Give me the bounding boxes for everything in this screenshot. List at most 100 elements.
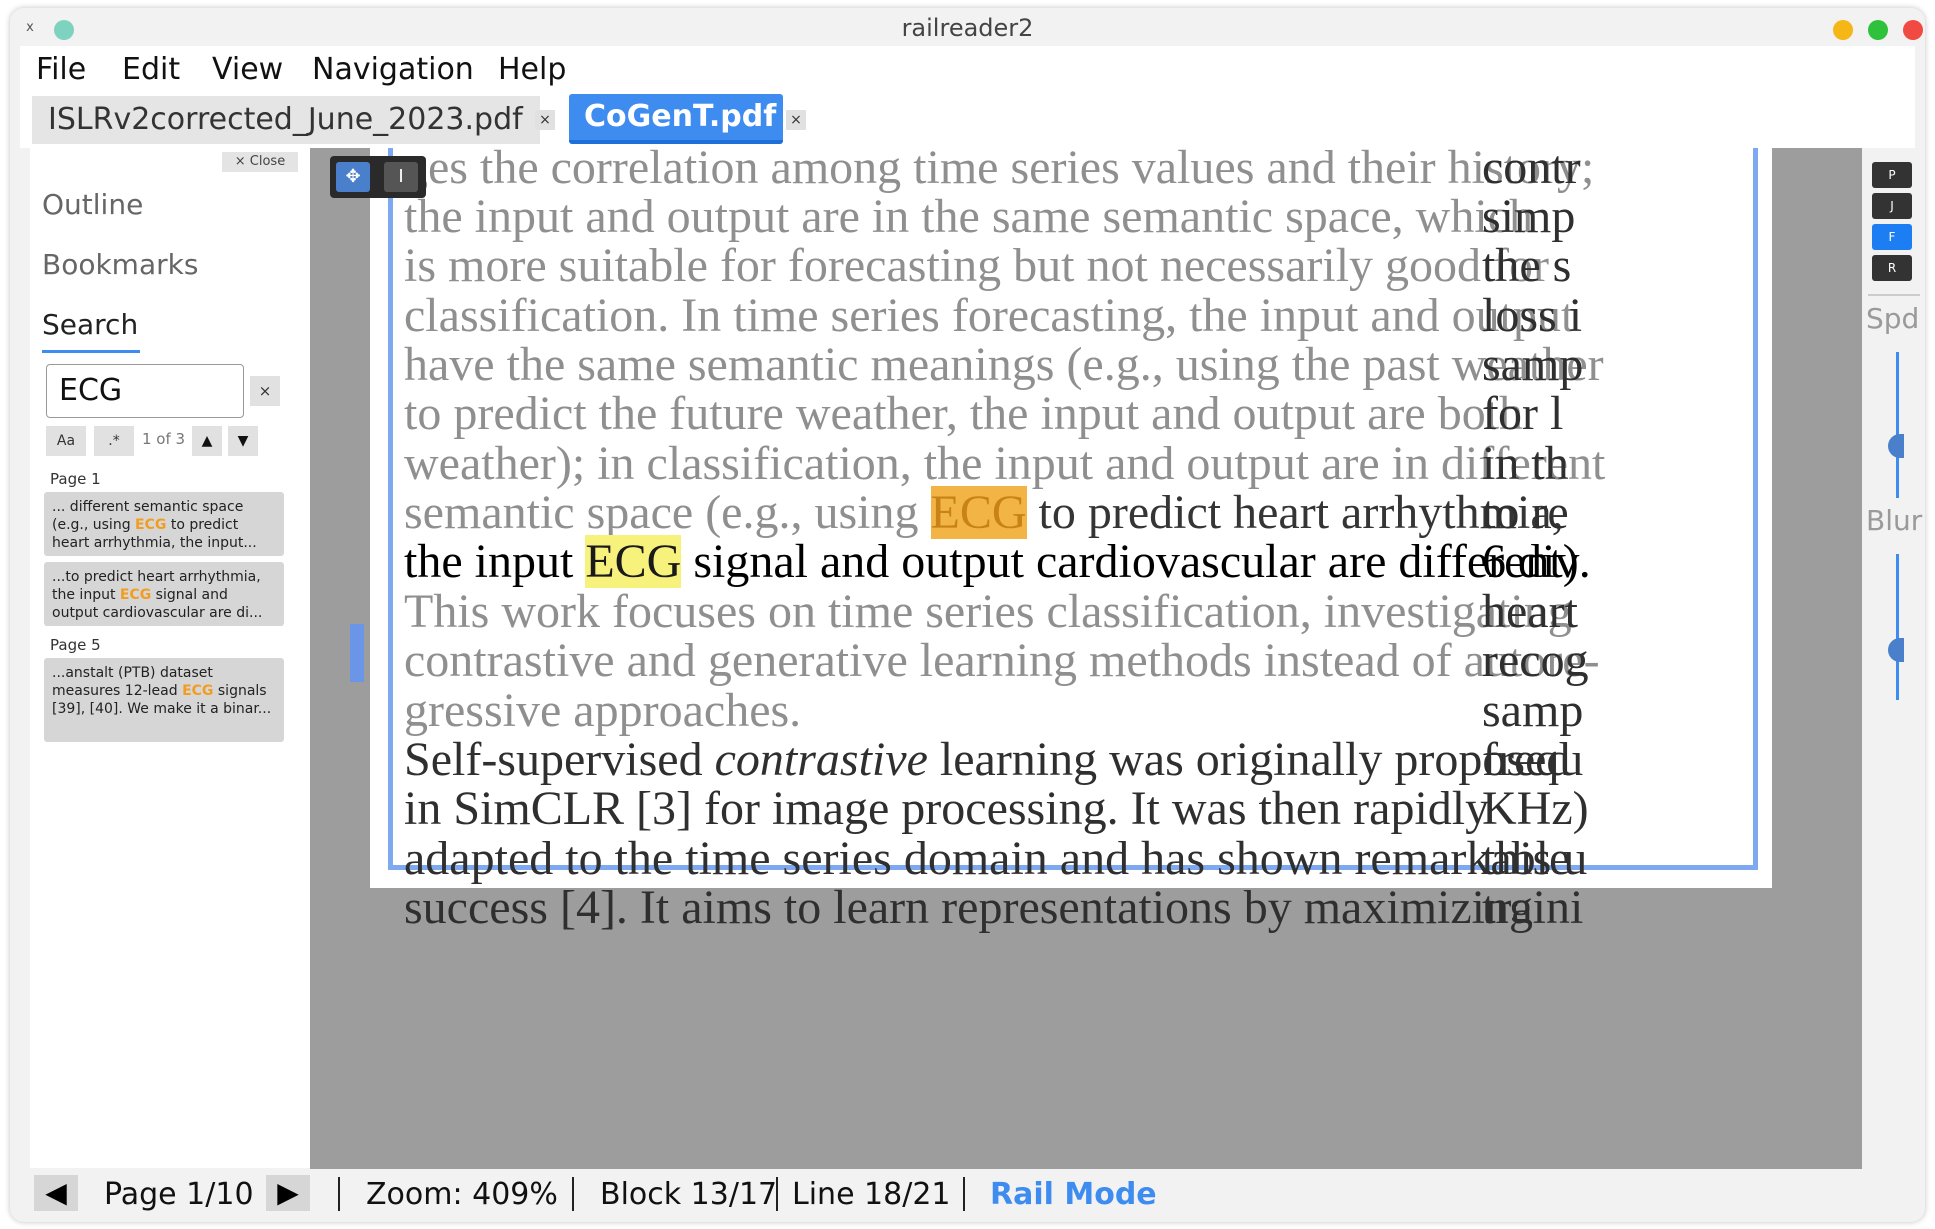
close-button[interactable] — [1903, 20, 1923, 40]
doc-right-column-line: for l — [1482, 387, 1564, 440]
page-indicator: Page 1/10 — [104, 1177, 254, 1212]
prev-page-button[interactable]: ◀ — [34, 1175, 78, 1211]
speed-slider[interactable] — [1896, 352, 1899, 498]
search-input[interactable]: ECG — [46, 364, 244, 418]
tab-cogent[interactable]: CoGenT.pdf — [569, 94, 783, 144]
sidebar-search-tab[interactable]: Search — [42, 308, 138, 341]
move-tool-icon[interactable]: ✥ — [336, 162, 370, 192]
line-text: learning was originally proposed — [927, 733, 1571, 786]
doc-line: adapted to the time series domain and ha… — [404, 832, 1571, 885]
key-r-button[interactable]: R — [1872, 255, 1912, 281]
line-indicator: Line 18/21 — [792, 1177, 951, 1212]
sidebar-outline-tab[interactable]: Outline — [42, 188, 143, 221]
separator — [776, 1177, 778, 1211]
sidebar-close-button[interactable]: × Close — [222, 152, 298, 172]
app-window: x railreader2 File Edit View Navigation … — [10, 8, 1925, 1222]
doc-line: ges the correlation among time series va… — [404, 148, 1595, 194]
key-j-button[interactable]: J — [1872, 193, 1912, 219]
doc-right-column-line: samp — [1482, 338, 1584, 391]
doc-right-column-line: contr — [1482, 148, 1581, 194]
result-page-label: Page 1 — [50, 470, 101, 488]
active-tab-underline — [42, 350, 140, 353]
pdf-viewer[interactable]: ges the correlation among time series va… — [310, 148, 1862, 1169]
line-text-italic: contrastive — [714, 733, 928, 786]
doc-line: success [4]. It aims to learn representa… — [404, 881, 1534, 934]
rail-mode-indicator[interactable]: Rail Mode — [990, 1177, 1157, 1212]
maximize-button[interactable] — [1868, 20, 1888, 40]
doc-right-column-line: frequ — [1482, 733, 1584, 786]
regex-button[interactable]: .* — [94, 426, 134, 456]
sidebar: × Close Outline Bookmarks Search ECG × A… — [30, 148, 310, 1168]
sidebar-bookmarks-tab[interactable]: Bookmarks — [42, 248, 198, 281]
line-text: Self-supervised — [404, 733, 715, 786]
search-result[interactable]: ... different semantic space (e.g., usin… — [44, 492, 284, 556]
blur-slider-handle[interactable] — [1888, 638, 1904, 662]
line-text: the input — [404, 535, 586, 588]
key-f-button[interactable]: F — [1872, 224, 1912, 250]
doc-line: the input and output are in the same sem… — [404, 190, 1533, 243]
search-result[interactable]: ...anstalt (PTB) dataset measures 12-lea… — [44, 658, 284, 742]
separator — [572, 1177, 574, 1211]
divider — [1868, 294, 1920, 296]
menu-bar: File Edit View Navigation Help — [20, 46, 1915, 92]
result-match: ECG — [119, 587, 152, 603]
doc-right-column-line: samp — [1482, 684, 1584, 737]
doc-line-current: the input ECG signal and output cardiova… — [404, 534, 1591, 589]
result-page-label: Page 5 — [50, 636, 101, 654]
doc-line: in SimCLR [3] for image processing. It w… — [404, 782, 1490, 835]
tab-close-icon[interactable]: × — [786, 110, 806, 130]
tool-selector: ✥ I — [330, 156, 426, 198]
block-indicator: Block 13/17 — [600, 1177, 778, 1212]
result-match: ECG — [182, 683, 214, 699]
tab-islr[interactable]: ISLRv2corrected_June_2023.pdf — [32, 96, 540, 144]
clear-search-button[interactable]: × — [250, 376, 280, 406]
minimize-button[interactable] — [1833, 20, 1853, 40]
doc-line: semantic space (e.g., using ECG to predi… — [404, 485, 1564, 540]
menu-help[interactable]: Help — [498, 52, 566, 87]
tab-close-icon[interactable]: × — [535, 110, 555, 130]
separator — [338, 1177, 340, 1211]
doc-right-column-line: simp — [1482, 190, 1576, 243]
tab-label: ISLRv2corrected_June_2023.pdf — [48, 102, 523, 137]
doc-line: is more suitable for forecasting but not… — [404, 239, 1550, 292]
doc-line: Self-supervised contrastive learning was… — [404, 732, 1570, 787]
menu-navigation[interactable]: Navigation — [312, 52, 474, 87]
previous-result-button[interactable]: ▲ — [192, 426, 222, 456]
doc-right-column-line: to re — [1482, 486, 1569, 539]
doc-right-column-line: recog — [1482, 634, 1589, 687]
search-result[interactable]: ...to predict heart arrhythmia, the inpu… — [44, 562, 284, 626]
current-line-marker — [350, 624, 364, 682]
next-result-button[interactable]: ▼ — [228, 426, 258, 456]
menu-file[interactable]: File — [36, 52, 86, 87]
doc-right-column-line: in th — [1482, 437, 1569, 490]
doc-line: This work focuses on time series classif… — [404, 585, 1572, 638]
speed-slider-handle[interactable] — [1888, 434, 1904, 458]
menu-edit[interactable]: Edit — [122, 52, 180, 87]
doc-line: contrastive and generative learning meth… — [404, 634, 1600, 687]
key-p-button[interactable]: P — [1872, 162, 1912, 188]
doc-line: classification. In time series forecasti… — [404, 289, 1575, 342]
doc-right-column-line: this u — [1482, 832, 1588, 885]
text-select-tool-icon[interactable]: I — [384, 162, 418, 192]
status-bar: ◀ Page 1/10 ▶ Zoom: 409% Block 13/17 Lin… — [20, 1169, 1915, 1221]
doc-line: have the same semantic meanings (e.g., u… — [404, 338, 1604, 391]
doc-right-column-line: loss i — [1482, 289, 1583, 342]
next-page-button[interactable]: ▶ — [266, 1175, 310, 1211]
separator — [963, 1177, 965, 1211]
tab-bar: ISLRv2corrected_June_2023.pdf × CoGenT.p… — [20, 92, 1915, 148]
case-sensitive-button[interactable]: Aa — [46, 426, 86, 456]
search-count: 1 of 3 — [142, 430, 186, 448]
menu-view[interactable]: View — [212, 52, 283, 87]
doc-line: weather); in classification, the input a… — [404, 437, 1606, 490]
line-text: semantic space (e.g., using — [404, 486, 931, 539]
window-title: railreader2 — [901, 14, 1034, 42]
doc-line: to predict the future weather, the input… — [404, 387, 1524, 440]
speed-label: Spd — [1866, 302, 1920, 335]
search-highlight: ECG — [585, 535, 682, 588]
result-match: ECG — [135, 517, 167, 533]
tab-label: CoGenT.pdf — [584, 99, 777, 134]
doc-right-column-line: the s — [1482, 239, 1572, 292]
doc-line: gressive approaches. — [404, 684, 802, 737]
blur-slider[interactable] — [1896, 554, 1899, 700]
line-text: signal and output cardiovascular are dif… — [681, 535, 1591, 588]
